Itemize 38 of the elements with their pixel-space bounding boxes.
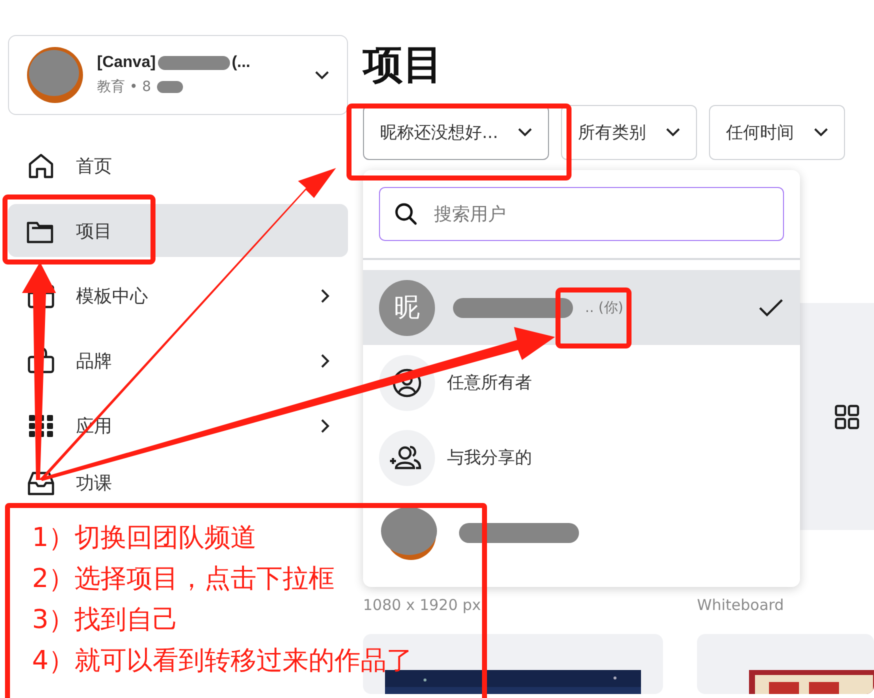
annotation-step: 1）切换回团队频道	[32, 518, 257, 559]
owner-option[interactable]: 昵 .. (你)	[363, 270, 800, 345]
team-name: [Canva]	[97, 54, 156, 72]
card-caption: 1080 x 1920 px	[363, 596, 482, 614]
search-input[interactable]: 搜索用户	[432, 202, 769, 226]
design-card[interactable]	[363, 634, 663, 694]
nav-item[interactable]: 首页	[8, 133, 348, 198]
user-avatar: 昵	[379, 280, 435, 336]
design-card[interactable]	[697, 634, 874, 694]
owner-option[interactable]: 与我分享的	[363, 420, 800, 495]
home-icon	[26, 152, 56, 180]
owner-name: 任意所有者	[447, 372, 532, 394]
redaction-mark	[157, 81, 184, 93]
owner-name: 与我分享的	[447, 447, 532, 469]
nav-item[interactable]: 项目	[8, 204, 348, 257]
team-switcher[interactable]: [Canva] (... 教育 • 8	[8, 35, 348, 115]
filter-dropdown[interactable]: 任何时间	[709, 105, 846, 160]
chevron-down-icon	[814, 128, 828, 137]
annotation-step: 3）找到自己	[32, 600, 179, 641]
nav-item[interactable]: 功课	[8, 462, 348, 504]
annotation-step: 4）就可以看到转移过来的作品了	[32, 641, 413, 682]
add-people-icon	[379, 430, 435, 486]
page-title: 项目	[363, 41, 444, 90]
filter-dropdown[interactable]: 所有类别	[561, 105, 698, 160]
team-name: (...	[232, 54, 250, 72]
search-field[interactable]: 搜索用户	[379, 187, 784, 241]
chevron-down-icon	[518, 128, 532, 137]
search-icon	[394, 202, 418, 226]
owner-name: .. (你)	[585, 298, 624, 316]
card-caption: Whiteboard	[697, 596, 785, 614]
chevron-down-icon	[666, 128, 680, 137]
grid-icon	[834, 404, 860, 430]
team-subtitle: 教育 • 8	[97, 78, 152, 96]
team-avatar	[27, 47, 83, 103]
chevron-down-icon	[315, 70, 329, 80]
annotation-step: 2）选择项目，点击下拉框	[32, 559, 335, 600]
check-icon	[758, 298, 784, 318]
inbox-icon	[26, 469, 56, 497]
